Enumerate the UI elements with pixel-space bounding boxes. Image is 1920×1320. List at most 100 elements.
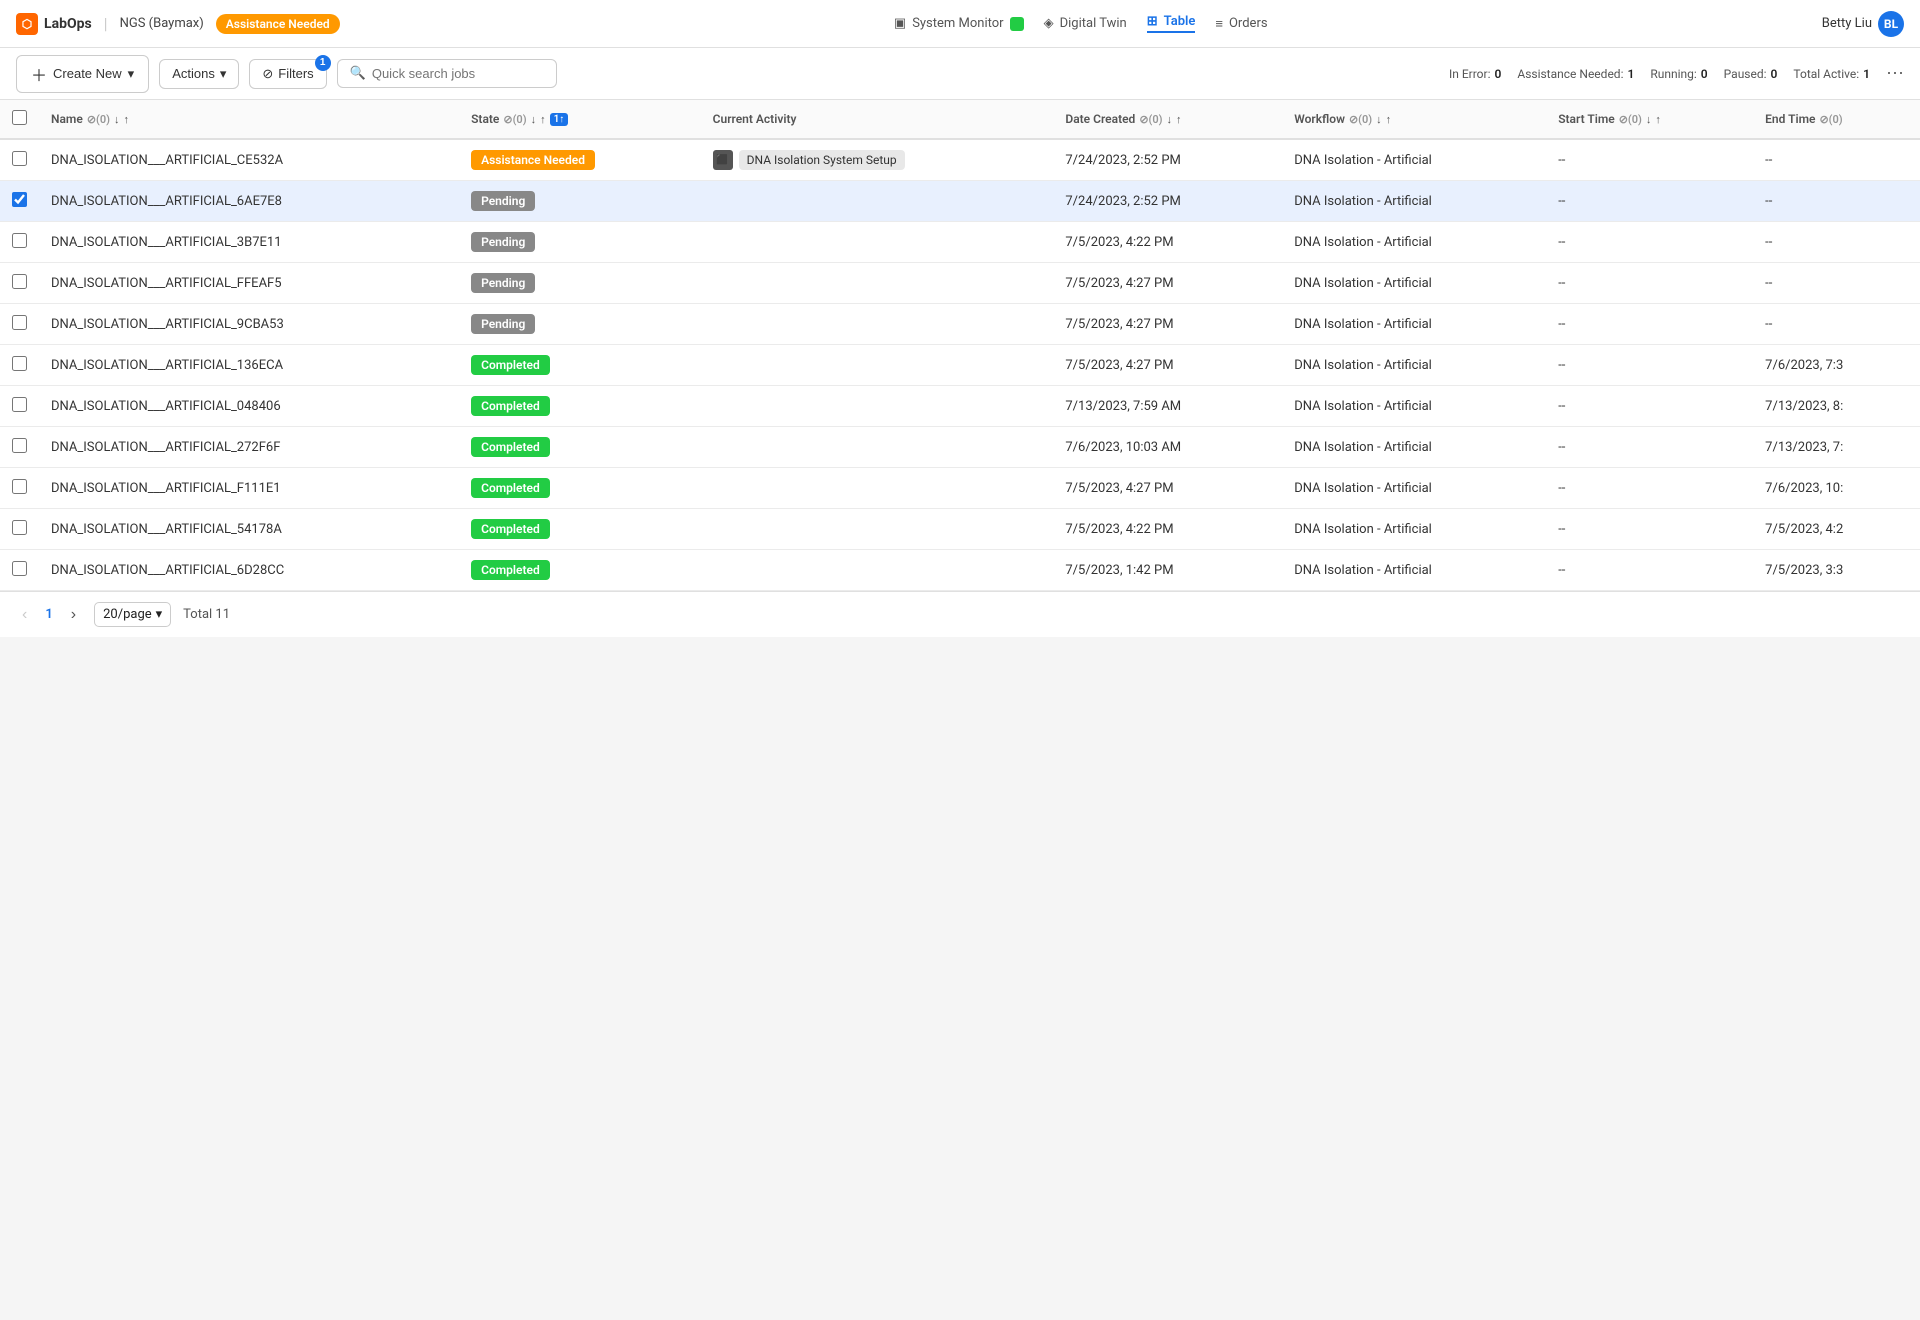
nav-digital-twin[interactable]: ◈ Digital Twin <box>1044 16 1127 31</box>
start-sort-down-icon[interactable]: ↓ <box>1646 113 1652 126</box>
row-checkbox-cell[interactable] <box>0 139 39 181</box>
date-sort-up-icon[interactable]: ↑ <box>1176 113 1182 126</box>
row-date-created: 7/13/2023, 7:59 AM <box>1053 386 1282 427</box>
name-sort-down-icon[interactable]: ↓ <box>114 113 120 126</box>
state-badge: Pending <box>471 191 535 211</box>
actions-button[interactable]: Actions ▾ <box>159 59 239 89</box>
row-checkbox[interactable] <box>12 356 27 371</box>
row-checkbox-cell[interactable] <box>0 304 39 345</box>
state-filter-icon[interactable]: ⊘(0) <box>503 113 526 126</box>
actions-label: Actions <box>172 66 215 81</box>
nav-system-monitor[interactable]: ▣ System Monitor <box>894 16 1024 31</box>
table-row[interactable]: DNA_ISOLATION___ARTIFICIAL_F111E1Complet… <box>0 468 1920 509</box>
start-filter-icon[interactable]: ⊘(0) <box>1619 113 1642 126</box>
col-name-label: Name <box>51 112 83 126</box>
plus-icon: ＋ <box>31 62 47 86</box>
row-end-time: 7/5/2023, 4:2 <box>1753 509 1920 550</box>
table-row[interactable]: DNA_ISOLATION___ARTIFICIAL_9CBA53Pending… <box>0 304 1920 345</box>
row-checkbox[interactable] <box>12 192 27 207</box>
state-sort-down-icon[interactable]: ↓ <box>531 113 537 126</box>
table-row[interactable]: DNA_ISOLATION___ARTIFICIAL_048406Complet… <box>0 386 1920 427</box>
name-sort-up-icon[interactable]: ↑ <box>124 113 130 126</box>
table-row[interactable]: DNA_ISOLATION___ARTIFICIAL_54178AComplet… <box>0 509 1920 550</box>
col-header-name: Name ⊘(0) ↓ ↑ <box>39 100 459 139</box>
nav-orders[interactable]: ≡ Orders <box>1215 16 1267 32</box>
row-checkbox[interactable] <box>12 315 27 330</box>
name-filter-icon[interactable]: ⊘(0) <box>87 113 110 126</box>
row-checkbox-cell[interactable] <box>0 550 39 591</box>
logo[interactable]: ⬡ LabOps <box>16 13 92 35</box>
filter-icon: ⊘ <box>262 66 273 82</box>
nav-user[interactable]: Betty Liu BL <box>1822 11 1904 37</box>
row-end-time: -- <box>1753 304 1920 345</box>
state-badge: Pending <box>471 273 535 293</box>
create-new-button[interactable]: ＋ Create New ▾ <box>16 55 149 93</box>
prev-page-button[interactable]: ‹ <box>16 604 33 626</box>
row-checkbox-cell[interactable] <box>0 386 39 427</box>
status-bar: In Error: 0 Assistance Needed: 1 Running… <box>1449 63 1904 84</box>
row-name: DNA_ISOLATION___ARTIFICIAL_FFEAF5 <box>39 263 459 304</box>
table-row[interactable]: DNA_ISOLATION___ARTIFICIAL_136ECAComplet… <box>0 345 1920 386</box>
row-checkbox-cell[interactable] <box>0 181 39 222</box>
table-row[interactable]: DNA_ISOLATION___ARTIFICIAL_6AE7E8Pending… <box>0 181 1920 222</box>
page-number[interactable]: 1 <box>45 607 52 622</box>
row-checkbox[interactable] <box>12 397 27 412</box>
workflow-sort-down-icon[interactable]: ↓ <box>1376 113 1382 126</box>
total-count-label: Total 11 <box>183 607 230 622</box>
select-all-checkbox[interactable] <box>12 110 27 125</box>
per-page-selector[interactable]: 20/page ▾ <box>94 602 171 627</box>
orders-label: Orders <box>1229 16 1268 31</box>
row-workflow: DNA Isolation - Artificial <box>1282 427 1546 468</box>
assistance-needed-count: 1 <box>1627 67 1634 81</box>
user-name: Betty Liu <box>1822 16 1872 31</box>
table-row[interactable]: DNA_ISOLATION___ARTIFICIAL_6D28CCComplet… <box>0 550 1920 591</box>
date-sort-down-icon[interactable]: ↓ <box>1167 113 1173 126</box>
filters-button[interactable]: ⊘ Filters 1 <box>249 59 326 89</box>
next-page-button[interactable]: › <box>65 604 82 626</box>
table-row[interactable]: DNA_ISOLATION___ARTIFICIAL_CE532AAssista… <box>0 139 1920 181</box>
search-input[interactable] <box>372 66 544 81</box>
create-new-label: Create New <box>53 66 122 81</box>
row-checkbox-cell[interactable] <box>0 222 39 263</box>
row-checkbox[interactable] <box>12 561 27 576</box>
row-checkbox-cell[interactable] <box>0 468 39 509</box>
state-order-badge: 1↑ <box>550 113 569 126</box>
toolbar: ＋ Create New ▾ Actions ▾ ⊘ Filters 1 🔍 I… <box>0 48 1920 100</box>
more-options-button[interactable]: ⋯ <box>1886 63 1904 84</box>
row-name: DNA_ISOLATION___ARTIFICIAL_9CBA53 <box>39 304 459 345</box>
row-checkbox-cell[interactable] <box>0 427 39 468</box>
row-checkbox-cell[interactable] <box>0 509 39 550</box>
per-page-chevron-icon: ▾ <box>156 607 163 622</box>
assistance-badge[interactable]: Assistance Needed <box>216 14 340 34</box>
workflow-sort-up-icon[interactable]: ↑ <box>1386 113 1392 126</box>
state-badge: Completed <box>471 396 550 416</box>
row-workflow: DNA Isolation - Artificial <box>1282 468 1546 509</box>
row-checkbox[interactable] <box>12 274 27 289</box>
pagination-footer: ‹ 1 › 20/page ▾ Total 11 <box>0 591 1920 637</box>
table-row[interactable]: DNA_ISOLATION___ARTIFICIAL_FFEAF5 Pending… <box>0 263 1920 304</box>
row-checkbox[interactable] <box>12 151 27 166</box>
row-checkbox-cell[interactable] <box>0 345 39 386</box>
end-filter-icon[interactable]: ⊘(0) <box>1819 113 1842 126</box>
row-checkbox[interactable] <box>12 233 27 248</box>
select-all-header[interactable] <box>0 100 39 139</box>
start-sort-up-icon[interactable]: ↑ <box>1655 113 1661 126</box>
row-checkbox-cell[interactable] <box>0 263 39 304</box>
row-checkbox[interactable] <box>12 520 27 535</box>
row-checkbox[interactable] <box>12 479 27 494</box>
state-sort-up-icon[interactable]: ↑ <box>540 113 546 126</box>
col-header-start-time: Start Time ⊘(0) ↓ ↑ <box>1546 100 1753 139</box>
table-row[interactable]: DNA_ISOLATION___ARTIFICIAL_3B7E11Pending… <box>0 222 1920 263</box>
ngs-label[interactable]: NGS (Baymax) <box>120 16 204 31</box>
row-date-created: 7/5/2023, 4:22 PM <box>1053 509 1282 550</box>
row-workflow: DNA Isolation - Artificial <box>1282 139 1546 181</box>
table-row[interactable]: DNA_ISOLATION___ARTIFICIAL_272F6FComplet… <box>0 427 1920 468</box>
search-box[interactable]: 🔍 <box>337 59 557 88</box>
row-start-time: -- <box>1546 222 1753 263</box>
row-state: Completed <box>459 386 701 427</box>
nav-table[interactable]: ⊞ Table <box>1147 14 1196 33</box>
date-filter-icon[interactable]: ⊘(0) <box>1139 113 1162 126</box>
row-checkbox[interactable] <box>12 438 27 453</box>
row-activity <box>701 509 1054 550</box>
workflow-filter-icon[interactable]: ⊘(0) <box>1349 113 1372 126</box>
